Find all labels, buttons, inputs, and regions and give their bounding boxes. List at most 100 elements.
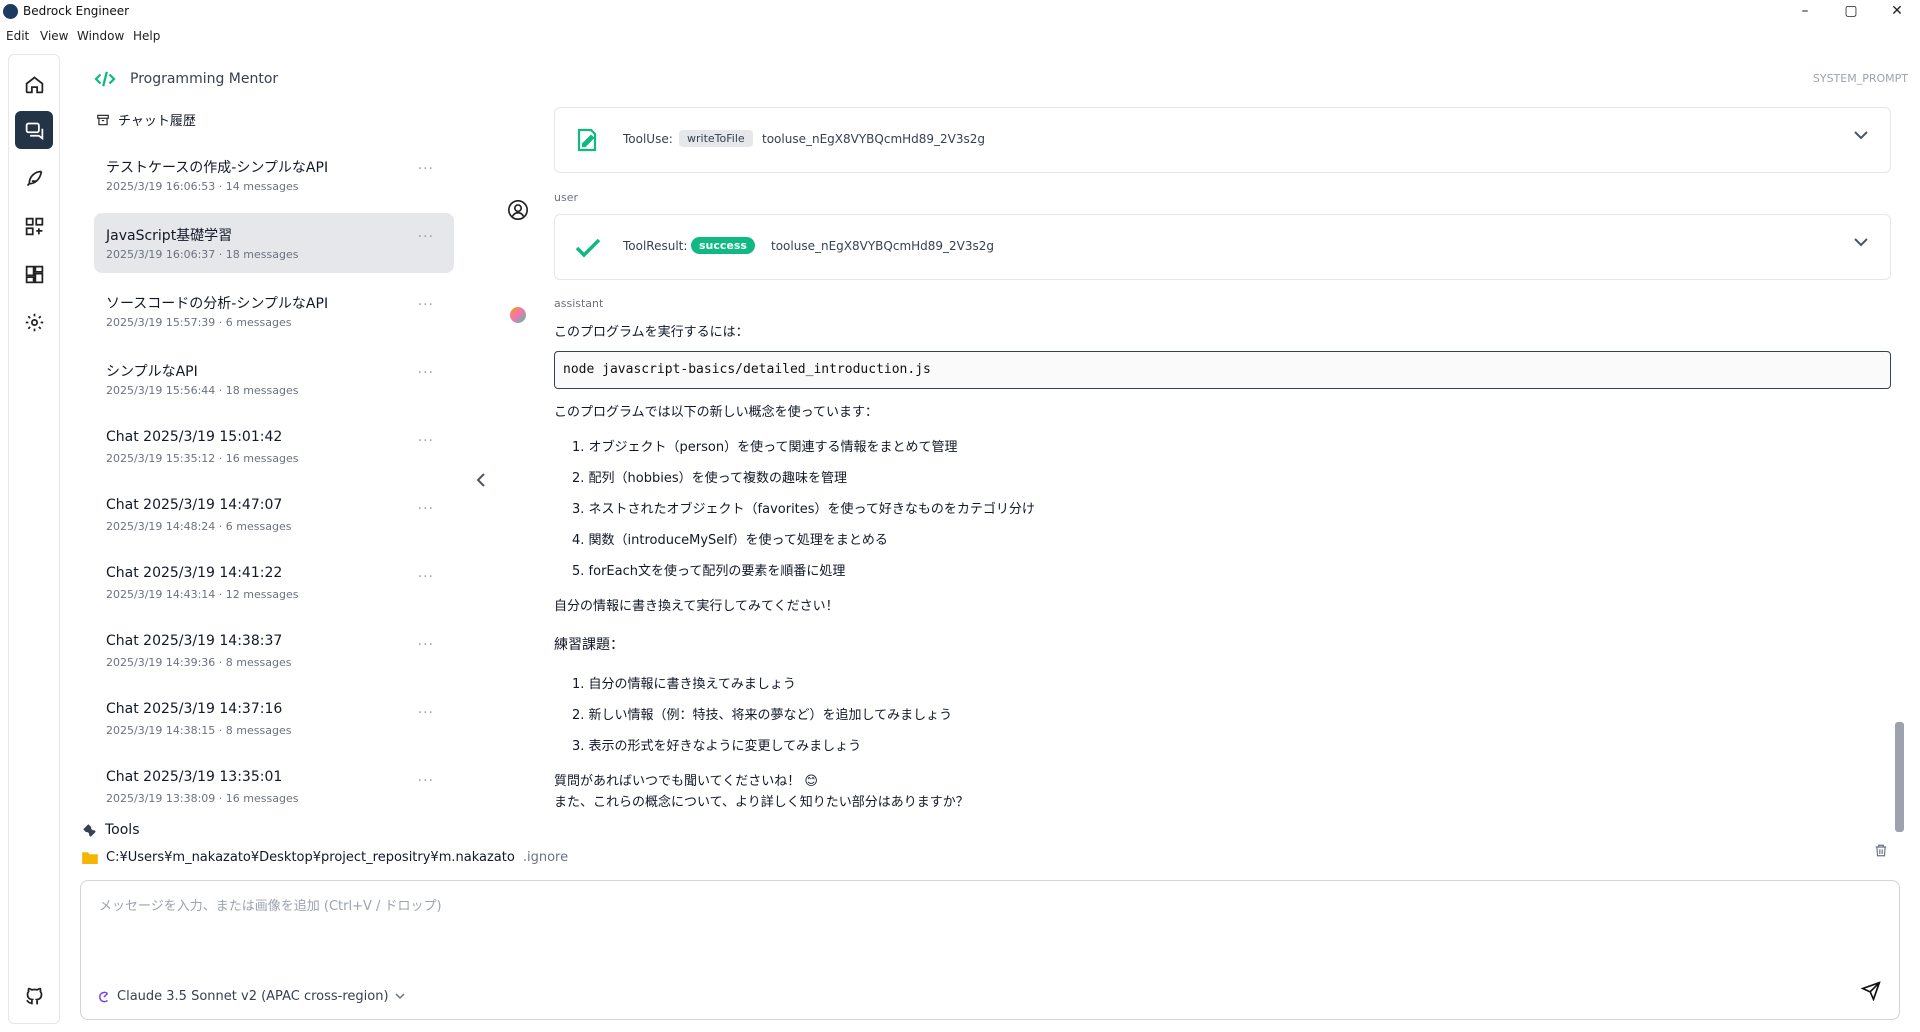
more-icon[interactable]: ···	[418, 297, 434, 313]
list-item: 2. 新しい情報（例：特技、将来の夢など）を追加してみましょう	[572, 708, 953, 723]
nav-website[interactable]	[15, 255, 53, 293]
tools-label: Tools	[105, 822, 140, 838]
chat-meta: 2025/3/19 14:39:36 · 8 messages	[106, 656, 292, 669]
menu-view[interactable]: View	[40, 29, 68, 43]
code-block[interactable]: node javascript-basics/detailed_introduc…	[554, 351, 1891, 389]
list-item[interactable]: Chat 2025/3/19 14:47:07 2025/3/19 14:48:…	[94, 485, 454, 545]
more-icon[interactable]: ···	[418, 773, 434, 789]
message-composer: Claude 3.5 Sonnet v2 (APAC cross-region)	[80, 880, 1900, 1020]
message-text: 自分の情報に書き換えて実行してみてください！	[554, 599, 839, 614]
menu-help[interactable]: Help	[133, 29, 160, 43]
github-icon	[25, 987, 42, 1004]
menu-window[interactable]: Window	[77, 29, 124, 43]
nav-chat[interactable]	[15, 111, 53, 149]
project-path-text: C:¥Users¥m_nakazato¥Desktop¥project_repo…	[106, 850, 515, 865]
chat-icon	[25, 122, 43, 140]
list-item[interactable]: Chat 2025/3/19 15:01:42 2025/3/19 15:35:…	[94, 417, 454, 477]
list-item[interactable]: Chat 2025/3/19 14:38:37 2025/3/19 14:39:…	[94, 621, 454, 681]
more-icon[interactable]: ···	[418, 433, 434, 449]
chat-meta: 2025/3/19 16:06:37 · 18 messages	[106, 248, 299, 261]
exercise-heading: 練習課題：	[554, 637, 624, 653]
nav-agents[interactable]	[15, 159, 53, 197]
list-item: 3. 表示の形式を好きなように変更してみましょう	[572, 739, 862, 754]
user-avatar-icon	[508, 200, 528, 220]
title-bar: Bedrock Engineer – ▢ ✕	[0, 0, 1920, 24]
archive-icon	[97, 114, 109, 125]
app-logo-icon	[3, 4, 18, 19]
code-text: node javascript-basics/detailed_introduc…	[563, 362, 931, 377]
chat-meta: 2025/3/19 14:43:14 · 12 messages	[106, 588, 299, 601]
nav-rail	[8, 54, 60, 1024]
list-item[interactable]: Chat 2025/3/19 14:37:16 2025/3/19 14:38:…	[94, 689, 454, 749]
tools-button[interactable]: Tools	[82, 822, 140, 838]
list-item[interactable]: JavaScript基礎学習 2025/3/19 16:06:37 · 18 m…	[94, 213, 454, 273]
tool-result-id: tooluse_nEgX8VYBQcmHd89_2V3s2g	[771, 239, 995, 253]
chevron-left-icon	[476, 473, 485, 487]
list-item[interactable]: Chat 2025/3/19 13:35:01 2025/3/19 13:38:…	[94, 757, 454, 817]
close-button[interactable]: ✕	[1874, 0, 1920, 24]
tool-result-card[interactable]: ToolResult: success tooluse_nEgX8VYBQcmH…	[554, 214, 1891, 280]
list-item[interactable]: シンプルなAPI 2025/3/19 15:56:44 · 18 message…	[94, 349, 454, 409]
assistant-avatar	[510, 307, 526, 323]
system-prompt-button[interactable]: SYSTEM_PROMPT	[1813, 72, 1908, 85]
menu-edit[interactable]: Edit	[6, 29, 29, 43]
project-path[interactable]: C:¥Users¥m_nakazato¥Desktop¥project_repo…	[82, 850, 568, 865]
diagram-icon	[25, 217, 43, 235]
list-item: 2. 配列（hobbies）を使って複数の趣味を管理	[572, 471, 847, 486]
chat-meta: 2025/3/19 13:38:09 · 16 messages	[106, 792, 299, 805]
list-item[interactable]: テストケースの作成-シンプルなAPI 2025/3/19 16:06:53 · …	[94, 145, 454, 205]
check-icon	[575, 238, 601, 258]
nav-settings[interactable]	[15, 303, 53, 341]
message-text: 質問があればいつでも聞いてくださいね！ 😊	[554, 774, 818, 789]
more-icon[interactable]: ···	[418, 637, 434, 653]
more-icon[interactable]: ···	[418, 161, 434, 177]
message-text: このプログラムでは以下の新しい概念を使っています：	[554, 405, 878, 420]
list-item: 1. 自分の情報に書き換えてみましょう	[572, 677, 796, 692]
wrench-icon	[83, 823, 96, 837]
more-icon[interactable]: ···	[418, 365, 434, 381]
chat-title: シンプルなAPI	[106, 364, 198, 380]
message-text: また、これらの概念について、より詳しく知りたい部分はありますか？	[554, 795, 969, 810]
chevron-down-icon	[395, 993, 405, 1000]
feather-icon	[26, 170, 42, 186]
tool-use-id: tooluse_nEgX8VYBQcmHd89_2V3s2g	[762, 132, 986, 146]
scrollbar[interactable]	[1895, 722, 1904, 832]
chevron-down-icon[interactable]	[1854, 235, 1868, 251]
nav-home[interactable]	[15, 65, 53, 103]
chat-meta: 2025/3/19 16:06:53 · 14 messages	[106, 180, 299, 193]
collapse-sidebar-button[interactable]	[475, 472, 487, 491]
more-icon[interactable]: ···	[418, 229, 434, 245]
more-icon[interactable]: ···	[418, 705, 434, 721]
chat-title: JavaScript基礎学習	[106, 228, 233, 244]
agent-name[interactable]: Programming Mentor	[130, 71, 278, 87]
model-selector[interactable]: Claude 3.5 Sonnet v2 (APAC cross-region)	[97, 989, 405, 1004]
chat-title: Chat 2025/3/19 14:41:22	[106, 565, 283, 581]
list-item[interactable]: Chat 2025/3/19 14:41:22 2025/3/19 14:43:…	[94, 553, 454, 613]
list-item: 5. forEach文を使って配列の要素を順番に処理	[572, 564, 846, 579]
chat-meta: 2025/3/19 15:57:39 · 6 messages	[106, 316, 292, 329]
minimize-button[interactable]: –	[1782, 0, 1828, 24]
maximize-button[interactable]: ▢	[1828, 0, 1874, 24]
more-icon[interactable]: ···	[418, 569, 434, 585]
chat-title: Chat 2025/3/19 14:38:37	[106, 633, 283, 649]
message-input[interactable]	[97, 893, 1801, 957]
more-icon[interactable]: ···	[418, 501, 434, 517]
tool-result-label: ToolResult:	[623, 239, 688, 253]
send-icon[interactable]	[1861, 981, 1881, 1001]
nav-github[interactable]	[15, 977, 53, 1015]
nav-diagram[interactable]	[15, 207, 53, 245]
chat-meta: 2025/3/19 14:48:24 · 6 messages	[106, 520, 292, 533]
role-label-user: user	[554, 191, 578, 204]
chevron-down-icon[interactable]	[1854, 128, 1868, 144]
chat-title: テストケースの作成-シンプルなAPI	[106, 160, 329, 176]
ignore-button[interactable]: .ignore	[523, 850, 568, 865]
menu-bar: Edit View Window Help	[0, 24, 1920, 48]
code-icon	[94, 71, 116, 87]
trash-icon[interactable]	[1874, 843, 1888, 858]
tool-use-card[interactable]: ToolUse: writeToFile tooluse_nEgX8VYBQcm…	[554, 107, 1891, 173]
gear-icon	[25, 313, 43, 331]
file-edit-icon	[577, 128, 597, 152]
chat-title: ソースコードの分析-シンプルなAPI	[106, 296, 329, 312]
chat-title: Chat 2025/3/19 14:37:16	[106, 701, 283, 717]
list-item[interactable]: ソースコードの分析-シンプルなAPI 2025/3/19 15:57:39 · …	[94, 281, 454, 341]
